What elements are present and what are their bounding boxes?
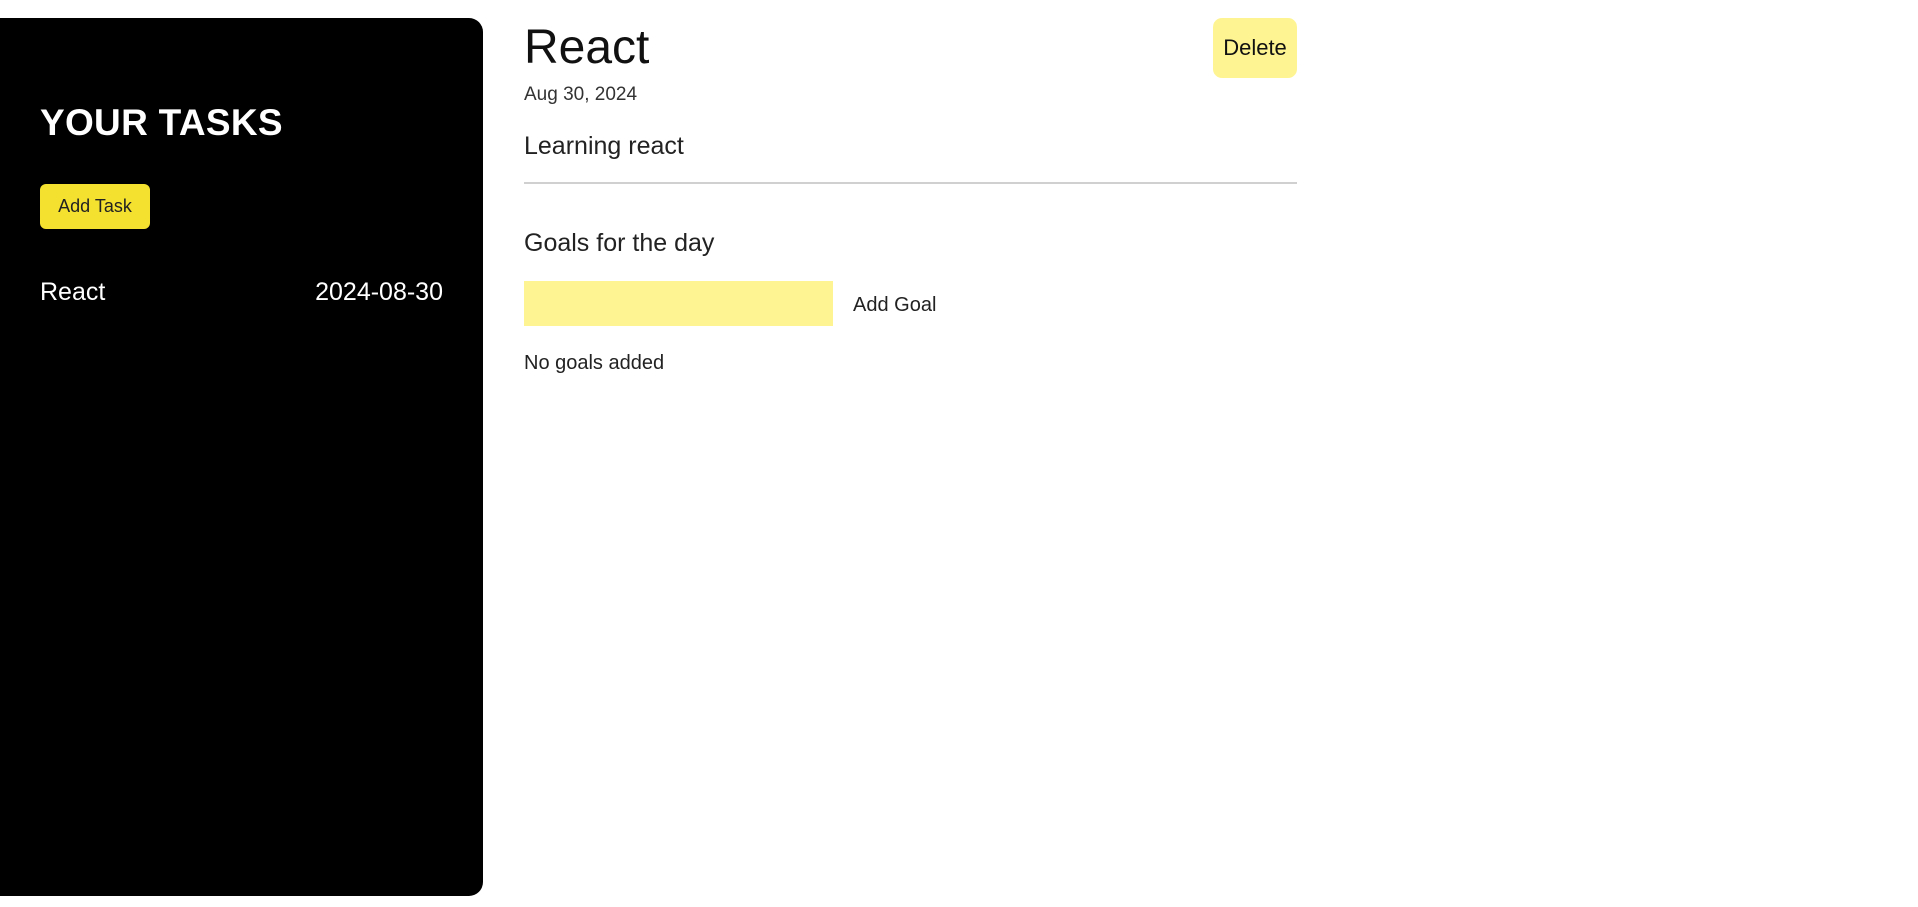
app-root: YOUR TASKS Add Task React 2024-08-30 Rea…: [0, 0, 1918, 907]
sidebar-title: YOUR TASKS: [40, 102, 283, 143]
delete-button[interactable]: Delete: [1213, 18, 1297, 78]
divider: [524, 182, 1297, 184]
task-list-item[interactable]: React 2024-08-30: [40, 272, 443, 312]
task-date: Aug 30, 2024: [524, 84, 638, 105]
task-list-item-date: 2024-08-30: [315, 277, 443, 306]
goal-input[interactable]: [524, 281, 833, 326]
no-goals-message: No goals added: [524, 352, 665, 374]
task-list-item-name: React: [40, 277, 106, 306]
task-list: React 2024-08-30: [40, 272, 443, 312]
task-detail: React Delete Aug 30, 2024 Learning react…: [524, 18, 1297, 374]
task-description: Learning react: [524, 132, 684, 160]
task-title: React: [524, 21, 650, 74]
task-header: React Delete: [524, 18, 1297, 78]
add-task-button[interactable]: Add Task: [40, 184, 150, 229]
goals-heading: Goals for the day: [524, 229, 715, 257]
tasks-sidebar: YOUR TASKS Add Task React 2024-08-30: [0, 18, 483, 896]
add-goal-button[interactable]: Add Goal: [845, 288, 944, 322]
